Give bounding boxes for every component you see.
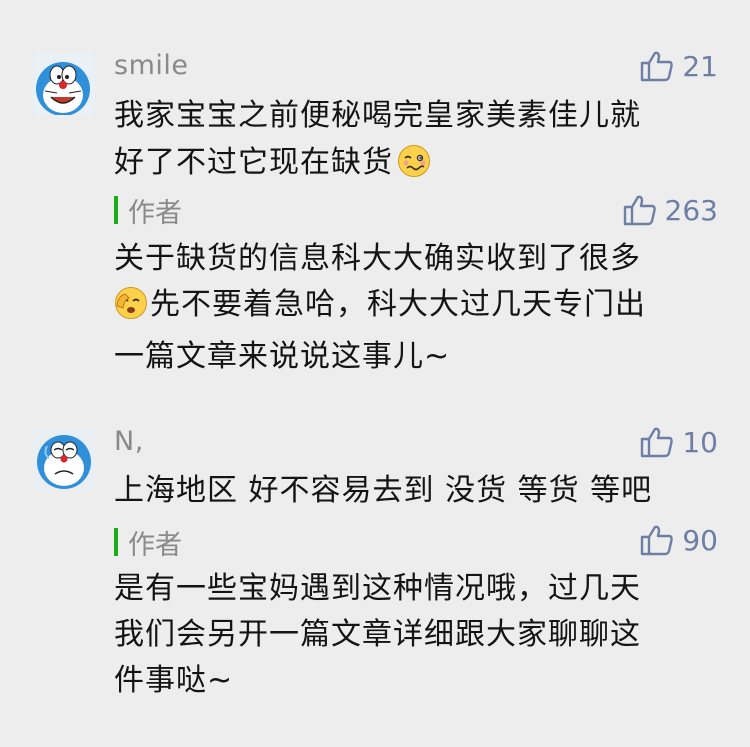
like-count: 90 [682, 523, 718, 557]
woozy-face-emoji [397, 144, 431, 192]
avatar[interactable] [33, 428, 95, 490]
thumbs-up-icon [623, 195, 656, 226]
reply-line: 一篇文章来说说这事儿~ [114, 339, 451, 374]
like-count: 263 [664, 193, 718, 227]
doraemon-avatar-image [33, 53, 95, 115]
like-count: 10 [682, 425, 718, 459]
like-button[interactable]: 90 [640, 522, 718, 558]
author-reply-header: 作者 [114, 192, 182, 229]
reply-line: 关于缺货的信息科大大确实收到了很多 [114, 241, 641, 276]
author-reply-text: 关于缺货的信息科大大确实收到了很多 先不要着急哈，科大大过几天专门出 一篇文章来… [114, 236, 714, 380]
author-indicator-bar [114, 528, 118, 556]
reply-line: 我们会另开一篇文章详细跟大家聊聊这 [114, 617, 641, 652]
thumbs-up-icon [641, 525, 674, 556]
like-button[interactable]: 10 [640, 424, 718, 460]
doraemon-avatar-image [33, 428, 95, 490]
author-label: 作者 [128, 197, 182, 229]
thumbs-up-icon [641, 427, 674, 458]
author-indicator-bar [114, 196, 118, 224]
like-button[interactable]: 263 [623, 192, 718, 228]
username[interactable]: N, [114, 426, 144, 457]
comment-line: 上海地区 好不容易去到 没货 等货 等吧 [114, 473, 653, 508]
author-label: 作者 [128, 529, 182, 561]
comment-line: 我家宝宝之前便秘喝完皇家美素佳儿就 [114, 98, 641, 133]
reply-line: 件事哒~ [114, 663, 234, 698]
face-palm-emoji [114, 286, 148, 334]
comment-line: 好了不过它现在缺货 [114, 139, 704, 192]
avatar[interactable] [33, 53, 95, 115]
author-reply-header: 作者 [114, 524, 182, 561]
author-reply-text: 是有一些宝妈遇到这种情况哦，过几天 我们会另开一篇文章详细跟大家聊聊这 件事哒~ [114, 566, 714, 704]
comment-text: 我家宝宝之前便秘喝完皇家美素佳儿就 好了不过它现在缺货 [114, 92, 704, 192]
like-button[interactable]: 21 [640, 48, 718, 84]
like-count: 21 [682, 49, 718, 83]
reply-line: 是有一些宝妈遇到这种情况哦，过几天 [114, 571, 641, 606]
thumbs-up-icon [641, 51, 674, 82]
comment-text: 上海地区 好不容易去到 没货 等货 等吧 [114, 467, 734, 514]
username[interactable]: smile [114, 50, 188, 81]
reply-line: 先不要着急哈，科大大过几天专门出 [114, 282, 714, 334]
